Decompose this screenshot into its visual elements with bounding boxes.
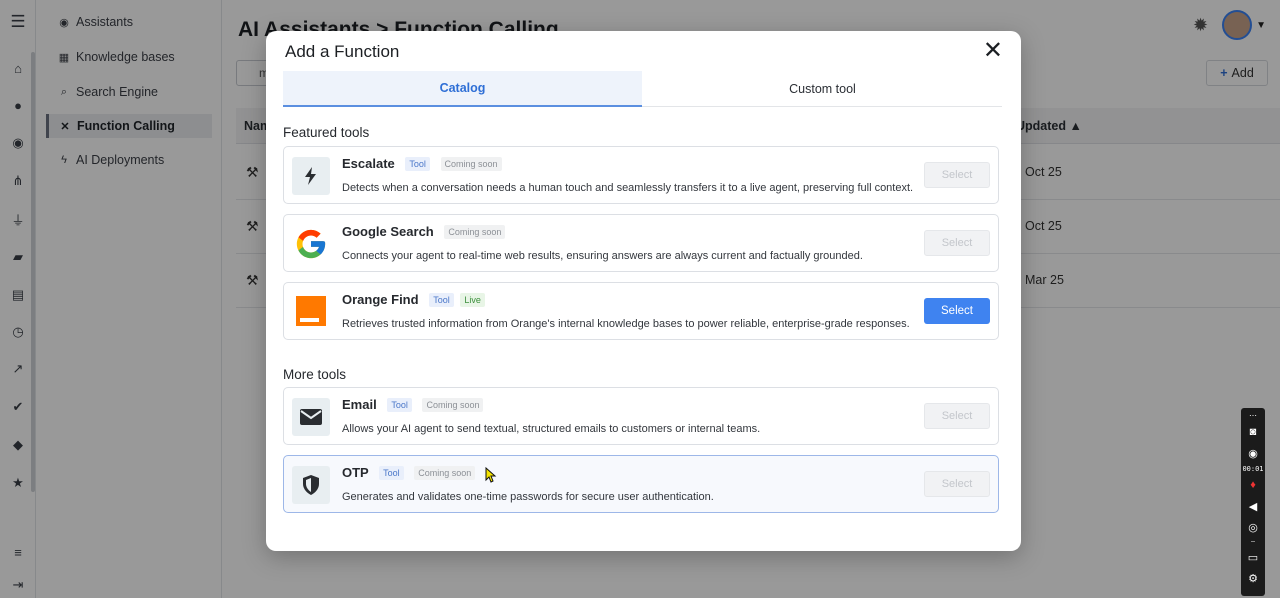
select-button[interactable]: Select: [924, 471, 990, 497]
microphone-muted-icon[interactable]: ♦: [1243, 476, 1263, 494]
webcam-icon[interactable]: ◎: [1243, 518, 1263, 536]
tool-name: Email: [342, 397, 377, 412]
mouse-cursor-icon: [485, 467, 497, 483]
section-heading-more: More tools: [283, 367, 347, 382]
modal-tabs: Catalog Custom tool: [283, 71, 1002, 107]
select-button[interactable]: Select: [924, 162, 990, 188]
status-badge: Live: [460, 293, 485, 307]
type-badge: Tool: [405, 157, 430, 171]
tool-description: Connects your agent to real-time web res…: [342, 250, 863, 262]
google-logo-icon: [292, 225, 330, 263]
add-function-modal: Add a Function ✕ Catalog Custom tool Fea…: [266, 31, 1021, 551]
settings-gear-icon[interactable]: ⚙: [1243, 569, 1263, 587]
status-badge: Coming soon: [440, 157, 502, 171]
drag-handle-icon[interactable]: ⋯: [1243, 410, 1263, 420]
separator-icon: ┈: [1250, 539, 1256, 546]
select-button[interactable]: Select: [924, 403, 990, 429]
orange-logo-icon: [296, 296, 326, 326]
select-button[interactable]: Select: [924, 298, 990, 324]
tool-card-otp[interactable]: OTP Tool Coming soon Generates and valid…: [283, 455, 999, 513]
section-heading-featured: Featured tools: [283, 125, 370, 140]
modal-title: Add a Function: [285, 42, 400, 61]
status-badge: Coming soon: [414, 466, 476, 480]
tool-card-google-search[interactable]: Google Search Coming soon Connects your …: [283, 214, 999, 272]
tool-name: Google Search: [342, 224, 434, 239]
type-badge: Tool: [387, 398, 412, 412]
recorder-toolbar: ⋯ ◙ ◉ 00:01 ♦ ◀ ◎ ┈ ▭ ⚙: [1241, 408, 1265, 596]
speaker-muted-icon[interactable]: ◀: [1243, 497, 1263, 515]
camera-icon[interactable]: ◙: [1243, 423, 1263, 441]
record-icon[interactable]: ◉: [1243, 444, 1263, 462]
type-badge: Tool: [379, 466, 404, 480]
window-icon[interactable]: ▭: [1243, 548, 1263, 566]
tool-description: Allows your AI agent to send textual, st…: [342, 423, 761, 435]
tab-custom-tool[interactable]: Custom tool: [643, 71, 1002, 107]
tool-description: Detects when a conversation needs a huma…: [342, 182, 914, 194]
tool-description: Retrieves trusted information from Orang…: [342, 318, 910, 330]
tool-name: Orange Find: [342, 292, 419, 307]
tool-name: OTP: [342, 465, 369, 480]
close-icon[interactable]: ✕: [983, 39, 1003, 63]
type-badge: Tool: [429, 293, 454, 307]
recording-timer: 00:01: [1242, 465, 1264, 473]
tool-description: Generates and validates one-time passwor…: [342, 491, 714, 503]
envelope-icon: [292, 398, 330, 436]
select-button[interactable]: Select: [924, 230, 990, 256]
tool-card-email[interactable]: Email Tool Coming soon Allows your AI ag…: [283, 387, 999, 445]
shield-icon: [292, 466, 330, 504]
bolt-icon: [292, 157, 330, 195]
tab-catalog[interactable]: Catalog: [283, 71, 642, 107]
tool-card-escalate[interactable]: Escalate Tool Coming soon Detects when a…: [283, 146, 999, 204]
tool-name: Escalate: [342, 156, 395, 171]
tool-card-orange-find[interactable]: Orange Find Tool Live Retrieves trusted …: [283, 282, 999, 340]
status-badge: Coming soon: [422, 398, 484, 412]
status-badge: Coming soon: [444, 225, 506, 239]
